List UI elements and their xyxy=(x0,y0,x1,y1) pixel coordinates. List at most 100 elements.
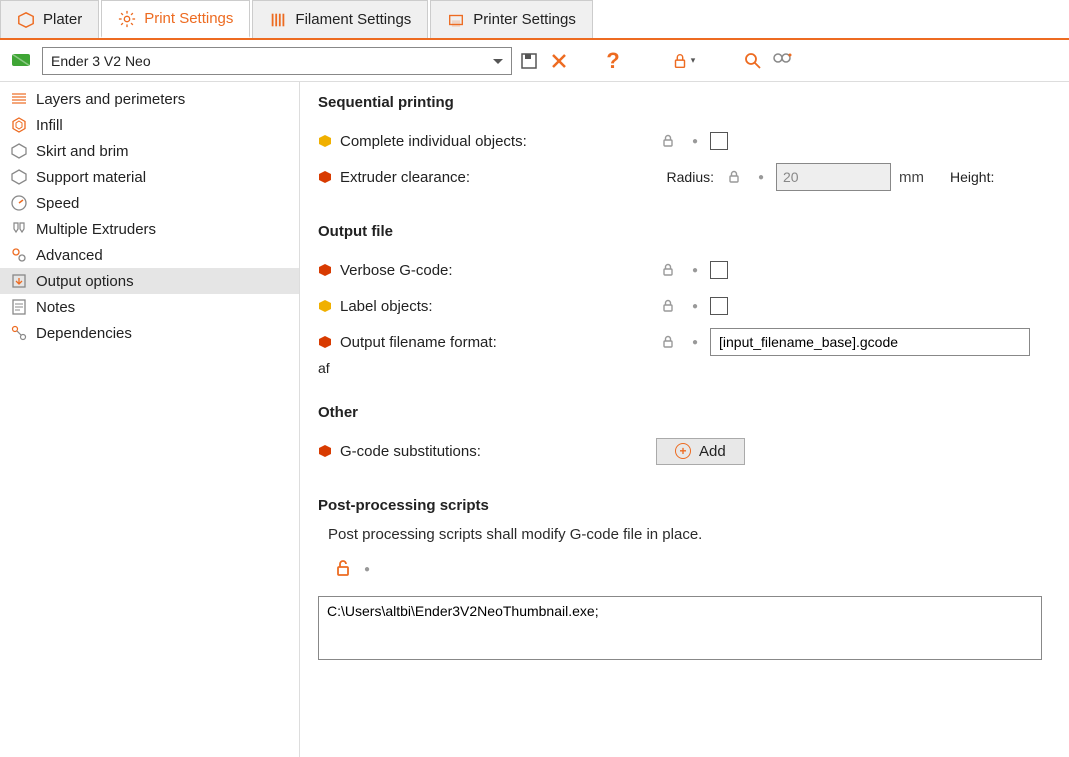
sidebar-item-advanced[interactable]: Advanced xyxy=(0,242,299,268)
section-title: Output file xyxy=(318,223,1069,240)
tab-label: Filament Settings xyxy=(295,11,411,28)
reset-dot[interactable]: ● xyxy=(688,265,702,276)
sidebar-item-extruders[interactable]: Multiple Extruders xyxy=(0,216,299,242)
sidebar-item-support[interactable]: Support material xyxy=(0,164,299,190)
tab-print-settings[interactable]: Print Settings xyxy=(101,0,250,38)
lock-icon[interactable] xyxy=(656,334,680,350)
filament-icon xyxy=(269,11,287,29)
infill-icon xyxy=(10,116,28,134)
tab-plater[interactable]: Plater xyxy=(0,0,99,38)
settings-content: Sequential printing Complete individual … xyxy=(300,82,1069,757)
setting-label: Label objects: xyxy=(340,298,433,315)
reset-dot[interactable]: ● xyxy=(360,564,374,575)
preset-name: Ender 3 V2 Neo xyxy=(51,53,151,69)
setting-label: Complete individual objects: xyxy=(340,133,527,150)
section-title: Sequential printing xyxy=(318,94,1069,111)
lock-icon[interactable] xyxy=(722,169,746,185)
height-label: Height: xyxy=(950,169,994,185)
add-substitution-button[interactable]: + Add xyxy=(656,438,745,465)
setting-label: G-code substitutions: xyxy=(340,443,481,460)
filename-format-input[interactable] xyxy=(710,328,1030,356)
row-label-objects: Label objects: ● xyxy=(318,288,1069,324)
radius-label: Radius: xyxy=(656,169,714,185)
sidebar-label: Speed xyxy=(36,195,79,212)
row-complete-objects: Complete individual objects: ● xyxy=(318,123,1069,159)
unlock-icon[interactable] xyxy=(334,559,352,580)
bullet-icon xyxy=(318,444,332,458)
section-sequential: Sequential printing Complete individual … xyxy=(318,94,1069,195)
lock-dropdown-button[interactable]: ▾ xyxy=(670,48,696,74)
unit-label: mm xyxy=(899,169,924,186)
speed-icon xyxy=(10,194,28,212)
sidebar-item-notes[interactable]: Notes xyxy=(0,294,299,320)
sidebar-label: Skirt and brim xyxy=(36,143,129,160)
plater-icon xyxy=(17,11,35,29)
dependencies-icon xyxy=(10,324,28,342)
preset-dropdown[interactable]: Ender 3 V2 Neo xyxy=(42,47,512,75)
help-button[interactable]: ? xyxy=(600,48,626,74)
section-post-processing: Post-processing scripts Post processing … xyxy=(318,497,1069,660)
label-objects-checkbox[interactable] xyxy=(710,297,728,315)
search-button[interactable] xyxy=(740,48,766,74)
notes-icon xyxy=(10,298,28,316)
section-output-file: Output file Verbose G-code: ● Label obje… xyxy=(318,223,1069,376)
support-icon xyxy=(10,168,28,186)
section-title: Other xyxy=(318,404,1069,421)
section-other: Other G-code substitutions: + Add xyxy=(318,404,1069,469)
gear-icon xyxy=(118,10,136,28)
layers-icon xyxy=(10,90,28,108)
sidebar-label: Support material xyxy=(36,169,146,186)
post-script-textarea[interactable] xyxy=(318,596,1042,660)
extruders-icon xyxy=(10,220,28,238)
tab-printer-settings[interactable]: Printer Settings xyxy=(430,0,593,38)
section-title: Post-processing scripts xyxy=(318,497,1069,514)
sidebar-item-layers[interactable]: Layers and perimeters xyxy=(0,86,299,112)
row-output-filename: Output filename format: ● xyxy=(318,324,1069,360)
plus-icon: + xyxy=(675,443,691,459)
row-extruder-clearance: Extruder clearance: Radius: ● mm Height: xyxy=(318,159,1069,195)
sidebar-item-skirt[interactable]: Skirt and brim xyxy=(0,138,299,164)
setting-label: Extruder clearance: xyxy=(340,169,470,186)
lock-icon[interactable] xyxy=(656,133,680,149)
bullet-icon xyxy=(318,170,332,184)
printer-icon xyxy=(447,11,465,29)
sidebar-label: Output options xyxy=(36,273,134,290)
delete-button[interactable] xyxy=(546,48,572,74)
sidebar-item-output-options[interactable]: Output options xyxy=(0,268,299,294)
post-note: Post processing scripts shall modify G-c… xyxy=(328,526,1069,543)
bullet-icon xyxy=(318,134,332,148)
flag-icon xyxy=(10,51,34,71)
lock-icon[interactable] xyxy=(656,298,680,314)
sidebar-item-infill[interactable]: Infill xyxy=(0,112,299,138)
lock-icon[interactable] xyxy=(656,262,680,278)
bullet-icon xyxy=(318,335,332,349)
compare-button[interactable] xyxy=(770,48,796,74)
advanced-icon xyxy=(10,246,28,264)
row-verbose-gcode: Verbose G-code: ● xyxy=(318,252,1069,288)
setting-label: Verbose G-code: xyxy=(340,262,453,279)
setting-label: Output filename format: xyxy=(340,334,497,351)
bullet-icon xyxy=(318,263,332,277)
tab-bar: Plater Print Settings Filament Settings … xyxy=(0,0,1069,40)
output-icon xyxy=(10,272,28,290)
reset-dot[interactable]: ● xyxy=(754,172,768,183)
tab-label: Printer Settings xyxy=(473,11,576,28)
complete-objects-checkbox[interactable] xyxy=(710,132,728,150)
sidebar-item-dependencies[interactable]: Dependencies xyxy=(0,320,299,346)
sidebar-item-speed[interactable]: Speed xyxy=(0,190,299,216)
verbose-checkbox[interactable] xyxy=(710,261,728,279)
reset-dot[interactable]: ● xyxy=(688,301,702,312)
reset-dot[interactable]: ● xyxy=(688,337,702,348)
sidebar-label: Layers and perimeters xyxy=(36,91,185,108)
bullet-icon xyxy=(318,299,332,313)
settings-sidebar: Layers and perimeters Infill Skirt and b… xyxy=(0,82,300,757)
row-gcode-substitutions: G-code substitutions: + Add xyxy=(318,433,1069,469)
sidebar-label: Notes xyxy=(36,299,75,316)
save-button[interactable] xyxy=(516,48,542,74)
tab-label: Print Settings xyxy=(144,10,233,27)
tab-filament-settings[interactable]: Filament Settings xyxy=(252,0,428,38)
reset-dot[interactable]: ● xyxy=(688,136,702,147)
skirt-icon xyxy=(10,142,28,160)
radius-input[interactable] xyxy=(776,163,891,191)
sidebar-label: Advanced xyxy=(36,247,103,264)
